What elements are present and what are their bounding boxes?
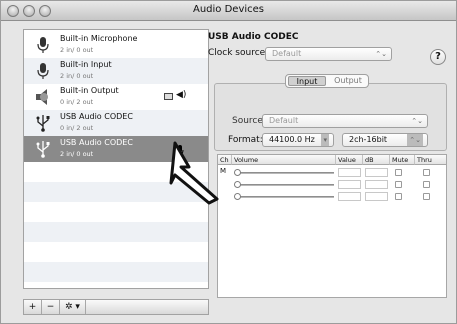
volume-slider[interactable] [238, 184, 334, 186]
channel-table: Ch Volume Value dB Mute Thru M 1 2 [217, 154, 447, 298]
chevron-updown-icon: ⌃⌄ [411, 117, 423, 125]
thru-checkbox[interactable] [423, 169, 430, 176]
sample-rate-popup[interactable]: 44100.0 Hz ▾ [262, 133, 334, 147]
device-row-built-in-microphone[interactable]: Built-in Microphone 2 in/ 0 out [24, 32, 208, 58]
table-row: 1 [218, 179, 446, 191]
db-field[interactable] [365, 168, 388, 177]
db-field[interactable] [365, 192, 388, 201]
audio-devices-window: Audio Devices Built-in Microphone 2 in/ … [0, 0, 457, 324]
device-io: 2 in/ 0 out [60, 72, 94, 80]
mute-checkbox[interactable] [395, 169, 402, 176]
microphone-icon [34, 62, 52, 80]
list-stripe [24, 262, 208, 282]
device-row-built-in-output[interactable]: Built-in Output 0 in/ 2 out ◀) [24, 84, 208, 110]
column-header-mute: Mute [390, 155, 415, 165]
device-name: USB Audio CODEC [60, 138, 133, 147]
volume-slider[interactable] [238, 196, 334, 198]
clock-source-value: Default [272, 49, 302, 58]
device-title: USB Audio CODEC [208, 32, 299, 42]
microphone-icon [34, 36, 52, 54]
window-title: Audio Devices [192, 4, 264, 15]
device-io: 2 in/ 0 out [60, 150, 94, 158]
clock-source-label: Clock source: [208, 48, 269, 58]
volume-slider-knob[interactable] [234, 169, 241, 176]
value-field[interactable] [338, 192, 361, 201]
speaker-volume-icon: ◀) [176, 90, 187, 100]
input-output-tabs: Input Output [285, 74, 369, 88]
help-button[interactable]: ? [430, 49, 446, 65]
column-header-thru: Thru [415, 155, 446, 165]
tab-input[interactable]: Input [288, 76, 326, 86]
thru-checkbox[interactable] [423, 193, 430, 200]
list-stripe [24, 222, 208, 242]
pointer-arrow-icon [169, 141, 219, 205]
remove-device-button[interactable]: − [42, 300, 60, 314]
table-row: M [218, 167, 446, 179]
volume-slider-knob[interactable] [234, 193, 241, 200]
speaker-icon [34, 88, 52, 106]
column-header-value: Value [336, 155, 363, 165]
device-name: Built-in Microphone [60, 34, 138, 43]
add-device-button[interactable]: + [24, 300, 42, 314]
value-field[interactable] [338, 180, 361, 189]
source-value: Default [269, 116, 299, 125]
tab-output[interactable]: Output [329, 75, 367, 87]
device-io: 0 in/ 2 out [60, 98, 94, 106]
volume-slider[interactable] [238, 172, 334, 174]
device-row-built-in-input[interactable]: Built-in Input 2 in/ 0 out [24, 58, 208, 84]
bit-format-value: 2ch-16bit [349, 135, 388, 144]
device-name: Built-in Input [60, 60, 112, 69]
source-label: Source: [232, 116, 266, 126]
mute-checkbox[interactable] [395, 193, 402, 200]
thru-checkbox[interactable] [423, 181, 430, 188]
sample-rate-value: 44100.0 Hz [269, 135, 315, 144]
chevron-updown-icon: ⌃⌄ [407, 134, 423, 146]
bit-format-popup[interactable]: 2ch-16bit ⌃⌄ [342, 133, 428, 147]
mute-checkbox[interactable] [395, 181, 402, 188]
device-name: USB Audio CODEC [60, 112, 133, 121]
column-header-volume: Volume [232, 155, 336, 165]
device-list-toolbar: + − ✲ ▾ [23, 299, 209, 315]
chevron-down-icon: ▾ [321, 134, 329, 146]
device-io: 0 in/ 2 out [60, 124, 94, 132]
column-header-db: dB [363, 155, 390, 165]
db-field[interactable] [365, 180, 388, 189]
device-row-usb-audio-codec-output[interactable]: USB Audio CODEC 0 in/ 2 out [24, 110, 208, 136]
volume-slider-knob[interactable] [234, 181, 241, 188]
usb-icon [34, 140, 52, 158]
table-row: 2 [218, 191, 446, 203]
default-output-icon [164, 93, 173, 100]
device-name: Built-in Output [60, 86, 119, 95]
gear-menu-button[interactable]: ✲ ▾ [60, 300, 86, 314]
clock-source-popup[interactable]: Default ⌃⌄ [265, 47, 392, 61]
device-io: 2 in/ 0 out [60, 46, 94, 54]
title-bar: Audio Devices [1, 1, 456, 21]
source-popup[interactable]: Default ⌃⌄ [262, 114, 428, 128]
value-field[interactable] [338, 168, 361, 177]
chevron-updown-icon: ⌃⌄ [375, 50, 387, 58]
usb-icon [34, 114, 52, 132]
format-label: Format: [228, 135, 263, 145]
